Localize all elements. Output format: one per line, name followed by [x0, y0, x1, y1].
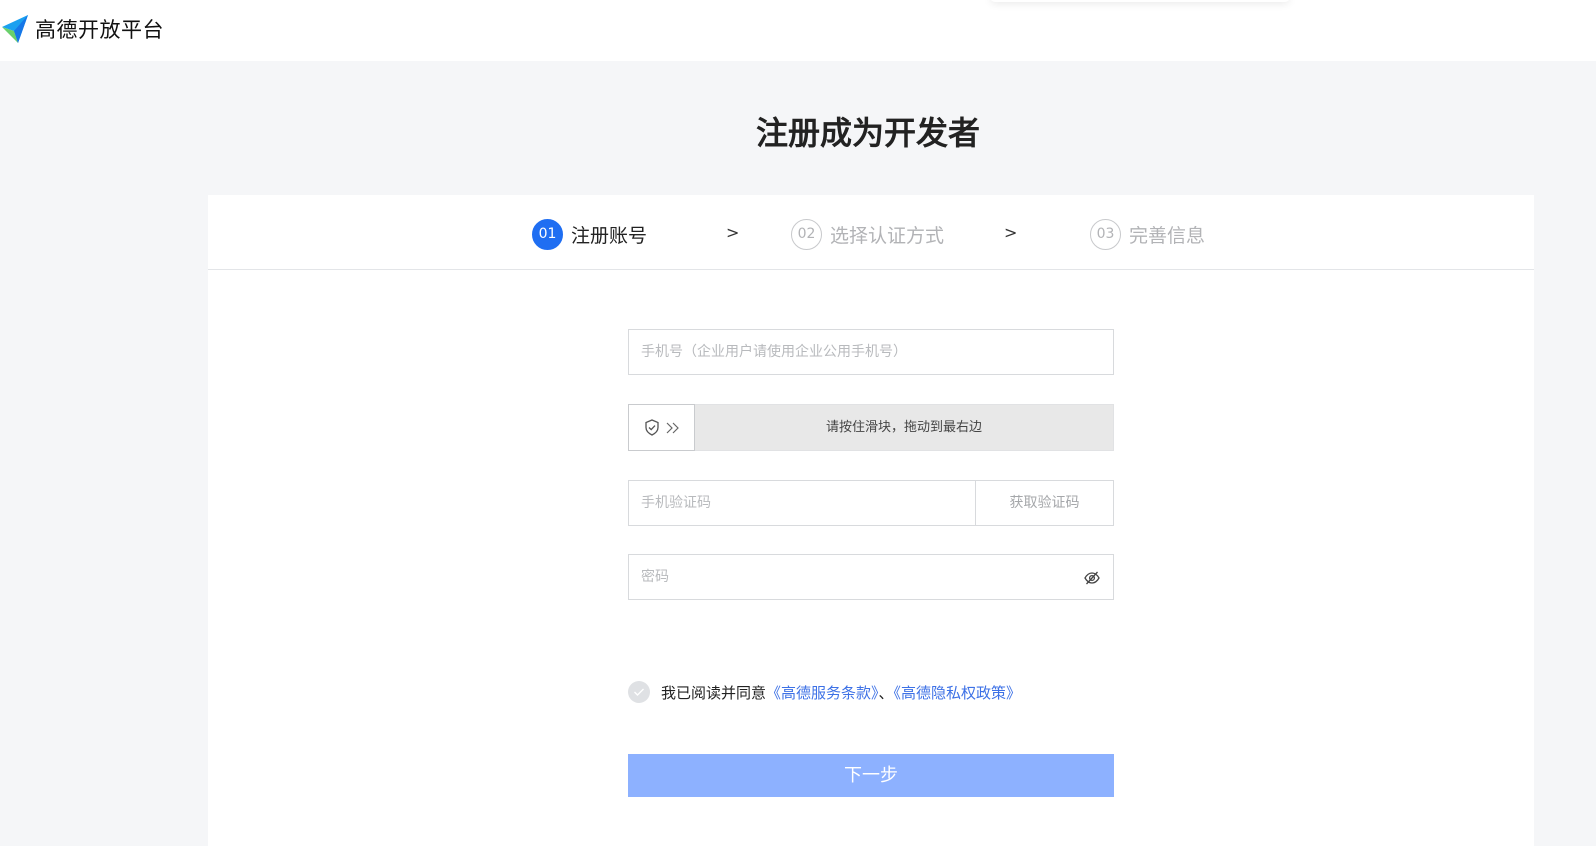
step-number: 01 [532, 218, 563, 250]
terms-link[interactable]: 《高德服务条款》 [766, 684, 879, 702]
password-field [628, 554, 1114, 600]
step-separator: > [1004, 223, 1018, 242]
privacy-link[interactable]: 《高德隐私权政策》 [894, 684, 1022, 702]
slider-handle[interactable] [628, 404, 695, 451]
brand-logo[interactable]: 高德开放平台 [0, 12, 164, 46]
top-bar: 高德开放平台 [0, 0, 1596, 61]
shield-check-icon [644, 419, 659, 436]
step-label: 选择认证方式 [830, 224, 945, 247]
step-choose-verification: 02 选择认证方式 [791, 218, 944, 250]
agreement-separator: 、 [878, 683, 894, 702]
amap-logo-icon [2, 15, 28, 43]
next-step-button[interactable]: 下一步 [628, 754, 1114, 797]
brand-name: 高德开放平台 [35, 18, 164, 42]
step-register-account: 01 注册账号 [532, 218, 647, 250]
steps-bar: 01 注册账号 > 02 选择认证方式 > 03 完善信息 [208, 195, 1534, 270]
page-title: 注册成为开发者 [755, 114, 980, 152]
phone-field [628, 329, 1114, 375]
agreement-row: 我已阅读并同意《高德服务条款》、《高德隐私权政策》 [628, 680, 1021, 704]
get-code-button[interactable]: 获取验证码 [975, 481, 1113, 525]
agreement-text: 我已阅读并同意《高德服务条款》、《高德隐私权政策》 [661, 682, 1021, 703]
eye-off-icon[interactable] [1083, 569, 1101, 587]
sms-code-input[interactable] [629, 481, 975, 525]
step-number: 02 [791, 218, 822, 250]
step-complete-info: 03 完善信息 [1090, 218, 1205, 250]
agree-checkbox[interactable] [628, 681, 650, 703]
check-icon [634, 688, 644, 696]
password-input[interactable] [629, 555, 1113, 599]
agreement-prefix: 我已阅读并同意 [661, 683, 767, 702]
slider-instruction: 请按住滑块，拖动到最右边 [825, 420, 982, 435]
sms-code-field: 获取验证码 [628, 480, 1114, 526]
top-dropdown-shadow [990, 0, 1290, 2]
step-number: 03 [1090, 218, 1121, 250]
slider-captcha: 请按住滑块，拖动到最右边 [628, 404, 1114, 451]
step-label: 完善信息 [1129, 224, 1206, 247]
step-label: 注册账号 [571, 224, 648, 247]
phone-input[interactable] [629, 330, 1113, 374]
step-separator: > [726, 223, 740, 242]
double-chevron-right-icon [666, 422, 679, 433]
register-card: 01 注册账号 > 02 选择认证方式 > 03 完善信息 请按住滑块，拖动到最… [208, 195, 1534, 846]
